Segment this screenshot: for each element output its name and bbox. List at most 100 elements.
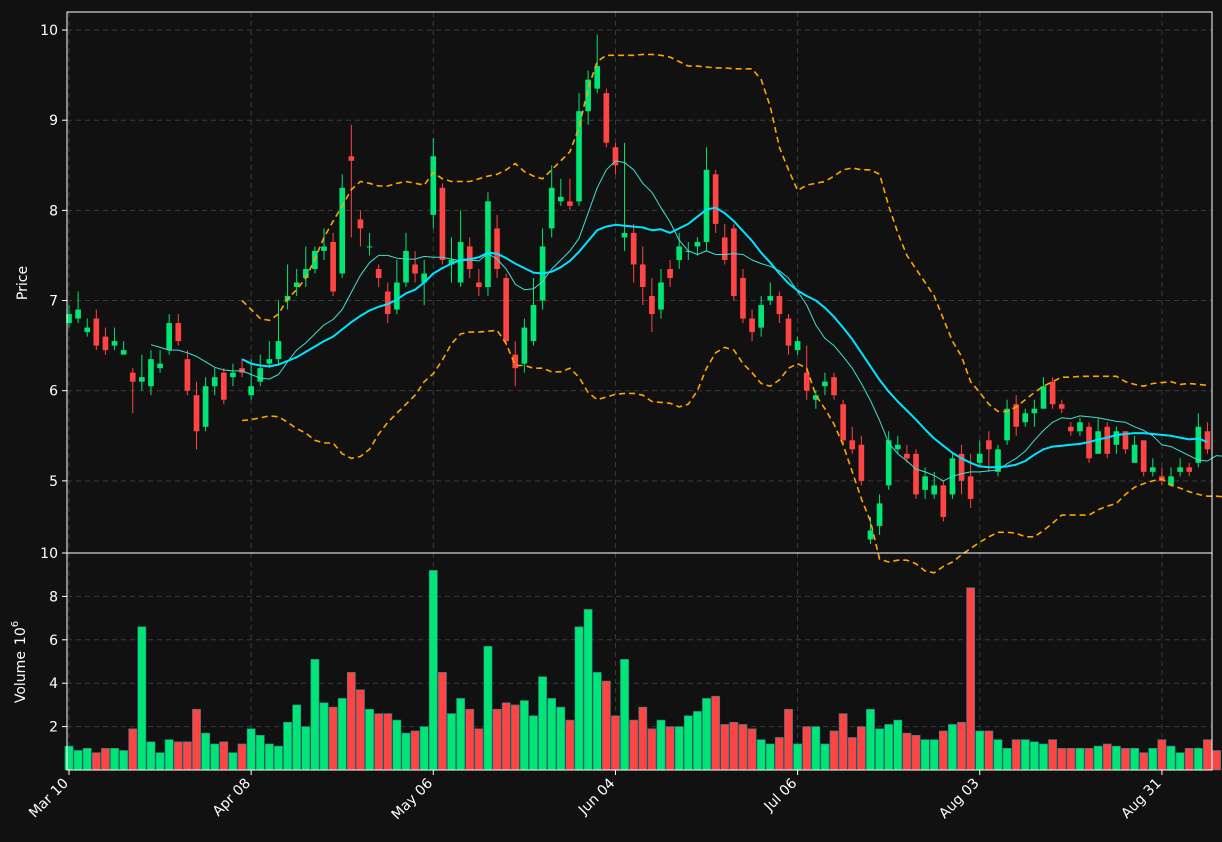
- candle-body: [758, 305, 764, 328]
- volume-bar: [519, 700, 529, 771]
- candlestick-chart: 5678910 246810 Mar 10 Apr 08 May 06 Jun 04 J…: [0, 0, 1222, 842]
- volume-bar: [310, 659, 320, 771]
- volume-bar: [237, 743, 247, 771]
- volume-bar: [374, 713, 384, 771]
- volume-bar: [683, 715, 693, 771]
- volume-bar: [647, 728, 657, 771]
- volume-bar: [574, 626, 584, 771]
- candle-body: [667, 268, 673, 278]
- volume-bar: [1184, 747, 1194, 771]
- volume-bar: [401, 732, 411, 771]
- volume-bar: [1148, 747, 1158, 771]
- volume-bar: [1212, 750, 1221, 771]
- volume-bar: [474, 728, 484, 771]
- candle-body: [266, 359, 273, 364]
- candle-body: [157, 363, 163, 369]
- candle-body: [776, 296, 783, 315]
- volume-axis-label-text: Volume: [13, 651, 29, 703]
- volume-axis-label-power: 6: [10, 621, 21, 627]
- candle-body: [904, 453, 910, 459]
- price-tick-label: 7: [49, 294, 58, 310]
- volume-bar: [793, 743, 803, 771]
- candle-body: [1149, 467, 1156, 472]
- candle-body: [1131, 444, 1138, 463]
- candle-body: [321, 246, 327, 251]
- volume-bar: [1084, 747, 1094, 771]
- candle-body: [976, 453, 983, 463]
- candle-body: [1195, 426, 1202, 463]
- price-tick-label: 8: [49, 203, 58, 219]
- volume-bar: [638, 706, 648, 771]
- candle-body: [940, 485, 947, 517]
- volume-bar: [465, 708, 475, 771]
- candle-body: [639, 264, 646, 288]
- candle-body: [1113, 431, 1120, 445]
- volume-bar: [829, 730, 839, 771]
- candle-body: [230, 372, 236, 378]
- volume-bar: [137, 626, 147, 771]
- volume-bar: [729, 721, 739, 771]
- candle-body: [767, 296, 774, 301]
- volume-bar: [529, 715, 538, 771]
- candle-body: [1040, 386, 1047, 409]
- candle-body: [530, 305, 537, 342]
- candle-body: [120, 350, 127, 355]
- candle-body: [894, 444, 901, 450]
- candle-body: [221, 372, 227, 400]
- candle-body: [403, 250, 409, 283]
- volume-bar: [91, 752, 101, 771]
- volume-bar: [802, 726, 812, 771]
- candle-body: [849, 440, 856, 450]
- volume-bar: [410, 730, 420, 771]
- volume-bar: [975, 730, 985, 771]
- volume-bar: [665, 726, 675, 771]
- volume-bar: [875, 728, 884, 771]
- candle-body: [275, 341, 282, 360]
- candle-body: [93, 318, 100, 346]
- candle-body: [567, 201, 573, 206]
- volume-bar: [1166, 745, 1176, 771]
- candle-body: [166, 323, 173, 351]
- volume-bar: [101, 747, 110, 771]
- volume-bar: [82, 747, 92, 771]
- volume-bar: [383, 713, 393, 771]
- volume-bar: [201, 732, 211, 771]
- candle-body: [749, 318, 755, 333]
- volume-bar: [183, 741, 192, 771]
- volume-bar: [1102, 743, 1112, 771]
- candle-body: [721, 237, 728, 260]
- volume-bar: [73, 750, 83, 771]
- volume-bar: [674, 726, 684, 771]
- volume-bar: [1048, 739, 1058, 771]
- volume-bar: [938, 730, 948, 771]
- candle-body: [803, 372, 810, 391]
- volume-bar: [820, 743, 830, 771]
- candle-body: [694, 241, 701, 247]
- volume-bar: [274, 745, 283, 771]
- volume-tick-label: 10: [40, 546, 58, 562]
- volume-bar: [255, 734, 265, 771]
- volume-tick-label: 8: [49, 589, 58, 605]
- volume-bar: [492, 708, 502, 771]
- candle-body: [248, 386, 254, 396]
- candle-body: [822, 381, 828, 387]
- volume-bar: [1093, 745, 1103, 771]
- volume-bar: [228, 752, 238, 771]
- volume-bar: [738, 724, 748, 771]
- candle-body: [184, 359, 191, 391]
- candle-body: [840, 404, 846, 441]
- candle-body: [548, 187, 555, 229]
- candle-body: [1022, 413, 1029, 423]
- volume-bar: [902, 732, 912, 771]
- volume-bar: [1193, 747, 1203, 771]
- candle-body: [1004, 408, 1010, 441]
- volume-bar: [1175, 752, 1185, 771]
- candle-body: [412, 264, 418, 274]
- volume-bar: [501, 702, 511, 771]
- candle-body: [785, 318, 792, 346]
- candle-body: [1186, 467, 1193, 472]
- candle-body: [703, 169, 710, 242]
- price-tick-label: 10: [40, 23, 58, 39]
- candle-body: [913, 453, 919, 495]
- volume-bar: [301, 726, 311, 771]
